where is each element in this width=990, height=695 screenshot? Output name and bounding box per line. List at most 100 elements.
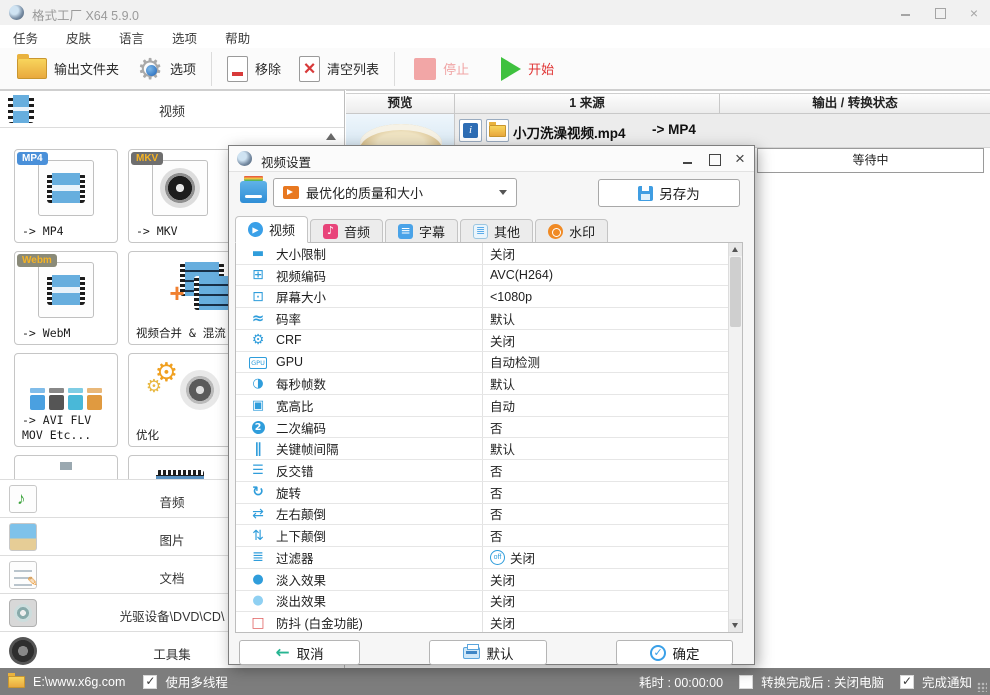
settings-row-14[interactable]: 过滤器 off 关闭 — [236, 547, 742, 569]
tab-音频[interactable]: 音频 — [310, 219, 384, 243]
profile-list-button[interactable] — [237, 176, 269, 207]
settings-row-3[interactable]: 码率 默认 — [236, 308, 742, 330]
close-button[interactable]: × — [968, 6, 980, 20]
info-button[interactable]: i — [459, 119, 482, 142]
save-as-button[interactable]: 另存为 — [598, 179, 740, 207]
setting-value[interactable]: 否 — [490, 483, 503, 502]
open-folder-button[interactable] — [486, 119, 509, 142]
menu-item-4[interactable]: 帮助 — [218, 26, 257, 49]
tile-optimize[interactable]: ⚙ ⚙ 优化 — [128, 353, 232, 447]
settings-row-7[interactable]: 宽高比 自动 — [236, 395, 742, 417]
clear-list-button[interactable]: 清空列表 — [290, 53, 388, 85]
setting-value-text: 否 — [490, 421, 503, 436]
setting-value[interactable]: 默认 — [490, 309, 515, 328]
default-button[interactable]: 默认 — [429, 640, 547, 665]
scrollbar-thumb[interactable] — [730, 257, 741, 327]
output-path[interactable]: E:\www.x6g.com — [33, 675, 125, 689]
profile-dropdown[interactable]: 最优化的质量和大小 — [273, 178, 517, 207]
scroll-down-button[interactable] — [729, 619, 742, 632]
setting-value[interactable]: 关闭 — [490, 613, 515, 632]
table-scrollbar[interactable] — [728, 243, 742, 632]
settings-row-17[interactable]: 防抖 (白金功能) 关闭 — [236, 612, 742, 632]
resize-grip[interactable] — [977, 682, 987, 692]
settings-row-6[interactable]: 每秒帧数 默认 — [236, 373, 742, 396]
settings-row-10[interactable]: 反交错 否 — [236, 460, 742, 482]
options-button[interactable]: ⚙ 选项 — [128, 51, 205, 87]
cancel-button[interactable]: ← 取消 — [239, 640, 360, 665]
settings-row-9[interactable]: 关键帧间隔 默认 — [236, 438, 742, 461]
settings-row-4[interactable]: CRF 关闭 — [236, 330, 742, 352]
shutdown-after-checkbox[interactable] — [739, 674, 754, 689]
titlebar: 格式工厂 X64 5.9.0 × — [0, 0, 990, 25]
setting-value[interactable]: 关闭 — [490, 570, 515, 589]
menu-item-1[interactable]: 皮肤 — [59, 26, 98, 49]
column-header-output[interactable]: 输出 / 转换状态 — [720, 94, 990, 113]
setting-value[interactable]: 否 — [490, 418, 503, 437]
start-button[interactable]: 开始 — [492, 54, 563, 84]
setting-value-text: 关闭 — [490, 247, 516, 262]
multithread-checkbox[interactable] — [143, 674, 158, 689]
task-row[interactable]: i 小刀洗澡视频.mp4 -> MP4 — [346, 114, 990, 148]
format-badge: MKV — [131, 152, 164, 165]
setting-label: 屏幕大小 — [276, 291, 327, 306]
settings-row-5[interactable]: GPU 自动检测 — [236, 352, 742, 374]
dialog-maximize-button[interactable] — [708, 153, 721, 166]
column-header-source[interactable]: 1 来源 — [455, 94, 720, 113]
maximize-button[interactable] — [934, 7, 946, 19]
settings-row-11[interactable]: 旋转 否 — [236, 482, 742, 504]
tile-webm[interactable]: Webm -> WebM — [14, 251, 118, 345]
ok-button[interactable]: 确定 — [616, 640, 733, 665]
setting-value[interactable]: 关闭 — [490, 244, 515, 263]
task-output-format: -> MP4 — [652, 122, 696, 137]
settings-row-16[interactable]: 淡出效果 关闭 — [236, 591, 742, 613]
settings-row-12[interactable]: 左右颠倒 否 — [236, 504, 742, 526]
rotate-icon — [247, 485, 269, 499]
setting-value[interactable]: off 关闭 — [490, 548, 535, 567]
setting-value-text: 关闭 — [490, 334, 516, 349]
tile-mp4[interactable]: MP4 -> MP4 — [14, 149, 118, 243]
dialog-titlebar[interactable]: 视频设置 × — [229, 146, 754, 172]
clear-list-icon — [299, 55, 321, 82]
tile-mkv[interactable]: MKV -> MKV — [128, 149, 232, 243]
setting-value-text: 关闭 — [490, 595, 516, 610]
settings-row-0[interactable]: 大小限制 关闭 — [236, 243, 742, 265]
settings-row-15[interactable]: 淡入效果 关闭 — [236, 569, 742, 591]
setting-value[interactable]: AVC(H264) — [490, 268, 553, 282]
scroll-up-button[interactable] — [729, 243, 742, 256]
settings-row-8[interactable]: 二次编码 否 — [236, 417, 742, 439]
sidebar-header-video[interactable]: 视频 — [0, 91, 344, 128]
dialog-close-button[interactable]: × — [734, 150, 746, 167]
setting-value[interactable]: 自动检测 — [490, 352, 540, 371]
menu-item-2[interactable]: 语言 — [112, 26, 151, 49]
notify-checkbox[interactable] — [899, 674, 914, 689]
column-header-preview[interactable]: 预览 — [346, 94, 455, 113]
setting-value[interactable]: 否 — [490, 461, 503, 480]
menu-item-3[interactable]: 选项 — [165, 26, 204, 49]
settings-row-1[interactable]: 视频编码 AVC(H264) — [236, 265, 742, 287]
setting-value[interactable]: 关闭 — [490, 591, 515, 610]
setting-value[interactable]: 否 — [490, 526, 503, 545]
tab-视频[interactable]: 视频 — [235, 216, 309, 243]
setting-value[interactable]: 关闭 — [490, 331, 515, 350]
tile-partial-clip[interactable] — [128, 455, 232, 479]
setting-value[interactable]: 默认 — [490, 439, 515, 458]
tile-avi[interactable]: -> AVI FLV MOV Etc... — [14, 353, 118, 447]
setting-value[interactable]: 默认 — [490, 374, 515, 393]
tab-字幕[interactable]: 字幕 — [385, 219, 459, 243]
setting-value[interactable]: <1080p — [490, 290, 532, 304]
setting-value[interactable]: 否 — [490, 504, 503, 523]
setting-label: 视频编码 — [276, 269, 327, 284]
minimize-button[interactable] — [900, 7, 912, 19]
remove-button[interactable]: 移除 — [218, 53, 290, 85]
settings-row-2[interactable]: 屏幕大小 <1080p — [236, 286, 742, 309]
tile-partial-crop[interactable] — [14, 455, 118, 479]
dialog-minimize-button[interactable] — [682, 153, 694, 165]
menu-item-0[interactable]: 任务 — [6, 26, 45, 49]
tab-其他[interactable]: 其他 — [460, 219, 534, 243]
output-folder-button[interactable]: 输出文件夹 — [8, 54, 128, 82]
stop-button[interactable]: 停止 — [405, 55, 478, 83]
tile-merge[interactable]: + 视频合并 & 混流 — [128, 251, 238, 345]
setting-value[interactable]: 自动 — [490, 396, 515, 415]
tab-水印[interactable]: 水印 — [535, 219, 609, 243]
settings-row-13[interactable]: 上下颠倒 否 — [236, 525, 742, 548]
